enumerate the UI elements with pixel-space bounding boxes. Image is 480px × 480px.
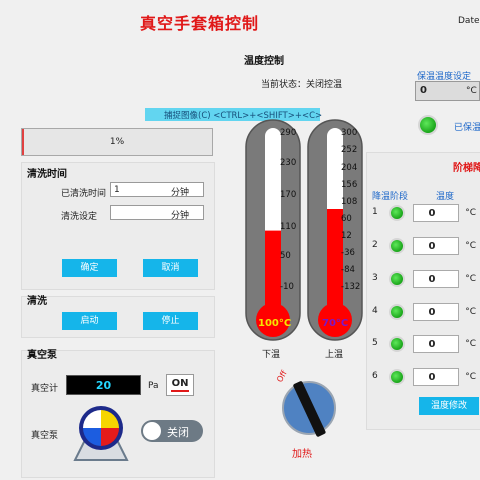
- lower-mercury: [265, 230, 281, 308]
- vacuum-pump-icon: [73, 406, 129, 461]
- stage-row-value: 0: [428, 307, 436, 318]
- lower-thermo-reading: 100°C: [258, 318, 292, 329]
- stage-row-unit: °C: [465, 241, 476, 251]
- hold-status-label: 已保温: [454, 123, 480, 133]
- wash-title: 清洗: [27, 296, 47, 307]
- lower-tick-2: 170: [280, 190, 297, 200]
- stage-row-value: 0: [428, 241, 436, 252]
- date-label: Date:: [458, 16, 480, 26]
- upper-tick-5: 60: [341, 214, 352, 224]
- stage-row-unit: °C: [465, 208, 476, 218]
- stage-row-num: 2: [372, 240, 378, 250]
- stage-row-num: 3: [372, 273, 378, 283]
- upper-tick-1: 252: [341, 145, 358, 155]
- heating-knob[interactable]: [277, 376, 341, 440]
- gauge-unit: Pa: [148, 381, 159, 391]
- state-label: 当前状态：: [261, 80, 307, 90]
- stage-row-field[interactable]: 0 °C: [413, 368, 476, 386]
- stage-row-value: 0: [428, 274, 436, 285]
- on-button[interactable]: ON: [166, 374, 194, 396]
- upper-tick-2: 204: [341, 163, 358, 173]
- wash-setting-unit: 分钟: [171, 211, 190, 221]
- stop-button[interactable]: 停止: [143, 312, 198, 330]
- stage-title: 阶梯降: [453, 163, 480, 174]
- cleared-time-unit: 分钟: [171, 188, 190, 198]
- hold-status-led: [418, 115, 438, 135]
- wash-time-title: 清洗时间: [27, 169, 67, 180]
- upper-tick-9: -132: [341, 282, 361, 292]
- progress-bar: 1%: [21, 128, 213, 156]
- upper-tick-4: 108: [341, 197, 358, 207]
- gauge-label: 真空计: [31, 384, 59, 394]
- stage-row-led: [389, 238, 405, 254]
- stage-row-field[interactable]: 0 °C: [413, 237, 476, 255]
- wash-setting-field[interactable]: 分钟: [110, 205, 204, 221]
- stage-row-led: [389, 205, 405, 221]
- stage-row-led: [389, 369, 405, 385]
- lower-tick-5: -10: [280, 282, 294, 292]
- stage-row-unit: °C: [465, 307, 476, 317]
- lower-tick-4: 50: [280, 251, 291, 261]
- cancel-button[interactable]: 取消: [143, 259, 198, 277]
- cleared-time-value: 1: [114, 185, 120, 195]
- lower-tick-3: 110: [280, 222, 297, 232]
- stage-row-field[interactable]: 0 °C: [413, 204, 476, 222]
- upper-tick-0: 300: [341, 128, 358, 138]
- vacuum-title: 真空泵: [27, 350, 57, 361]
- stage-col-temp: 温度: [436, 192, 455, 202]
- pump-toggle-knob: [143, 422, 161, 440]
- progress-text: 1%: [109, 137, 125, 147]
- stage-row-field[interactable]: 0 °C: [413, 335, 476, 353]
- stage-row-field[interactable]: 0 °C: [413, 303, 476, 321]
- on-button-label: ON: [171, 378, 189, 389]
- lower-tick-0: 290: [280, 128, 297, 138]
- stage-row-field[interactable]: 0 °C: [413, 270, 476, 288]
- stage-row-num: 5: [372, 338, 378, 348]
- temp-title: 温度控制: [244, 56, 284, 67]
- pump-toggle-label: 关闭: [167, 426, 189, 439]
- stage-row-num: 4: [372, 306, 378, 316]
- stage-row-num: 6: [372, 371, 378, 381]
- confirm-button[interactable]: 确定: [62, 259, 117, 277]
- lower-tick-1: 230: [280, 158, 297, 168]
- stage-row-unit: °C: [465, 274, 476, 284]
- stage-row-value: 0: [428, 372, 436, 383]
- vacuum-gauge-display: 20: [66, 375, 141, 395]
- stage-row-unit: °C: [465, 339, 476, 349]
- on-button-underline: [171, 390, 189, 392]
- app-title: 真空手套箱控制: [140, 14, 260, 33]
- start-button[interactable]: 启动: [62, 312, 117, 330]
- lower-thermo-label: 下温: [262, 350, 281, 360]
- upper-tick-6: 12: [341, 231, 352, 241]
- cleared-time-field[interactable]: 1 分钟: [110, 182, 204, 198]
- wash-setting-label: 清洗设定: [61, 212, 98, 222]
- upper-tick-8: -84: [341, 265, 355, 275]
- pump-toggle[interactable]: 关闭: [141, 420, 203, 442]
- hold-temp-value: 0: [420, 85, 427, 96]
- pump-label: 真空泵: [31, 431, 59, 441]
- modify-temp-button[interactable]: 温度修改: [419, 397, 479, 415]
- stage-row-value: 0: [428, 208, 436, 219]
- knob-label: 加热: [292, 449, 312, 460]
- state-value: 关闭控温: [306, 80, 343, 90]
- stage-col-stage: 降温阶段: [372, 192, 409, 202]
- stage-row-num: 1: [372, 207, 378, 217]
- upper-thermo-label: 上温: [325, 350, 344, 360]
- stage-row-unit: °C: [465, 372, 476, 382]
- stage-row-led: [389, 271, 405, 287]
- upper-thermo-reading: 70°C: [322, 318, 349, 329]
- hold-temp-unit: °C: [466, 86, 477, 96]
- vacuum-gauge-value: 20: [95, 379, 112, 392]
- stage-row-led: [389, 304, 405, 320]
- upper-tick-7: -36: [341, 248, 355, 258]
- stage-row-led: [389, 336, 405, 352]
- hold-temp-field[interactable]: 0 °C: [415, 81, 480, 101]
- cleared-time-label: 已清洗时间: [61, 189, 107, 199]
- upper-tick-3: 156: [341, 180, 358, 190]
- stage-row-value: 0: [428, 339, 436, 350]
